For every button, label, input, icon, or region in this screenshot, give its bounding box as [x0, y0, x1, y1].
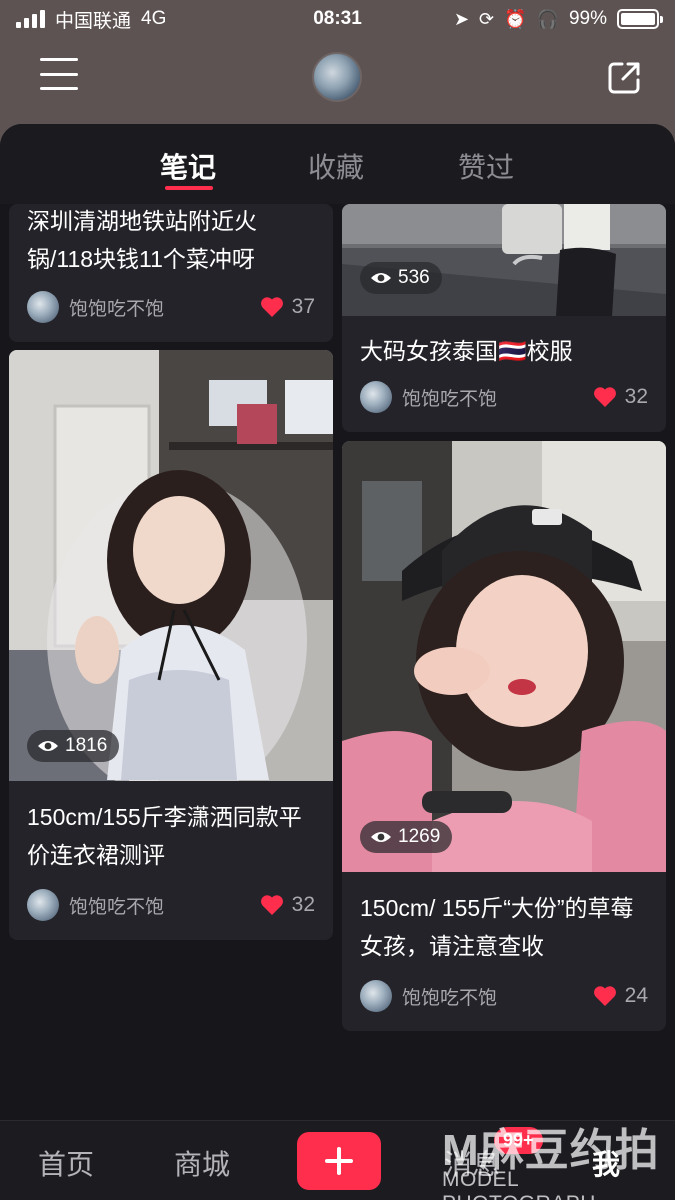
author-avatar — [360, 980, 392, 1012]
nav-mall[interactable]: 商城 — [174, 1143, 230, 1183]
author-name: 饱饱吃不饱 — [69, 298, 165, 320]
author-name: 饱饱吃不饱 — [402, 388, 498, 410]
status-bar: 中国联通 4G 08:31 ➤ ⟳ ⏰ 🎧 99% — [0, 0, 675, 38]
note-meta: 饱饱吃不饱 24 — [360, 979, 648, 1013]
note-title: 150cm/155斤李潇洒同款平价连衣裙测评 — [27, 804, 302, 868]
author-avatar — [27, 889, 59, 921]
view-number: 1269 — [398, 826, 441, 847]
status-time: 08:31 — [313, 8, 362, 29]
bottom-nav: 首页 商城 消息 99+ 我 — [0, 1120, 675, 1200]
author-name: 饱饱吃不饱 — [402, 987, 498, 1009]
author-name: 饱饱吃不饱 — [69, 896, 165, 918]
share-icon[interactable] — [606, 60, 642, 96]
like-number: 32 — [624, 385, 648, 408]
tab-favorites[interactable]: 收藏 — [308, 146, 364, 186]
note-card[interactable]: 1816 150cm/155斤李潇洒同款平价连衣裙测评 饱饱吃不饱 32 — [9, 350, 333, 940]
like-count[interactable]: 37 — [260, 295, 315, 319]
eye-icon — [371, 832, 391, 842]
nav-home[interactable]: 首页 — [38, 1143, 94, 1183]
view-count: 536 — [360, 262, 442, 294]
note-image — [342, 204, 666, 316]
view-number: 536 — [398, 267, 430, 288]
note-meta: 饱饱吃不饱 37 — [27, 290, 315, 324]
messages-badge: 99+ — [494, 1127, 543, 1154]
author-avatar — [360, 381, 392, 413]
nav-messages[interactable]: 消息 — [444, 1143, 500, 1183]
heart-icon — [593, 387, 616, 407]
tab-bar: 笔记 收藏 赞过 — [0, 124, 675, 204]
heart-icon — [593, 986, 616, 1006]
notes-panel: 笔记 收藏 赞过 深圳清湖地铁站附近火锅/118块钱11个菜冲呀 饱饱吃不饱 3… — [0, 124, 675, 1120]
like-number: 32 — [291, 893, 315, 916]
like-number: 37 — [291, 295, 315, 318]
note-image — [342, 441, 666, 872]
tab-indicator — [165, 186, 213, 190]
profile-header — [0, 40, 675, 120]
note-card[interactable]: 深圳清湖地铁站附近火锅/118块钱11个菜冲呀 饱饱吃不饱 37 — [9, 204, 333, 342]
note-title: 大码女孩泰国🇹🇭校服 — [360, 338, 573, 364]
eye-icon — [38, 741, 58, 751]
nav-me[interactable]: 我 — [592, 1143, 620, 1183]
author-avatar — [27, 291, 59, 323]
like-count[interactable]: 32 — [593, 385, 648, 409]
note-image — [9, 350, 333, 781]
tab-notes[interactable]: 笔记 — [160, 146, 216, 186]
view-count: 1816 — [27, 730, 120, 762]
note-meta: 饱饱吃不饱 32 — [360, 380, 648, 414]
note-title: 深圳清湖地铁站附近火锅/118块钱11个菜冲呀 — [27, 208, 257, 272]
like-count[interactable]: 32 — [260, 893, 315, 917]
note-card[interactable]: 536 大码女孩泰国🇹🇭校服 饱饱吃不饱 32 — [342, 204, 666, 432]
view-count: 1269 — [360, 821, 453, 853]
note-title: 150cm/ 155斤“大份”的草莓女孩，请注意查收 — [360, 895, 634, 959]
like-count[interactable]: 24 — [593, 984, 648, 1008]
note-meta: 饱饱吃不饱 32 — [27, 888, 315, 922]
tab-liked[interactable]: 赞过 — [458, 146, 514, 186]
battery-icon — [617, 9, 663, 29]
note-card[interactable]: 1269 150cm/ 155斤“大份”的草莓女孩，请注意查收 饱饱吃不饱 24 — [342, 441, 666, 1031]
menu-icon[interactable] — [40, 58, 78, 90]
like-number: 24 — [624, 984, 648, 1007]
add-note-button[interactable] — [297, 1132, 381, 1190]
avatar[interactable] — [312, 52, 362, 102]
view-number: 1816 — [65, 735, 108, 756]
eye-icon — [371, 273, 391, 283]
heart-icon — [260, 895, 283, 915]
heart-icon — [260, 297, 283, 317]
